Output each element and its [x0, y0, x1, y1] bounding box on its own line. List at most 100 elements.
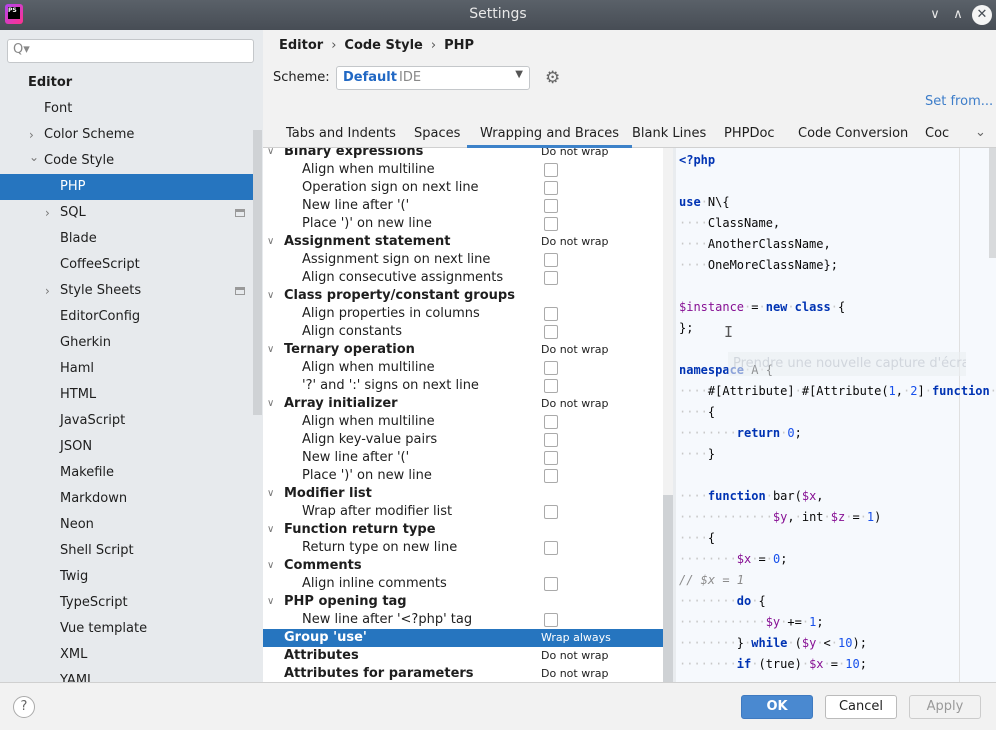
sidebar-item-markdown[interactable]: Markdown — [0, 486, 253, 512]
option-checkbox[interactable] — [544, 541, 558, 555]
sidebar-item-font[interactable]: Font — [0, 96, 253, 122]
sidebar-item-php[interactable]: PHP — [0, 174, 253, 200]
sidebar-item-vue-template[interactable]: Vue template — [0, 616, 253, 642]
tab-tabs-and-indents[interactable]: Tabs and Indents — [286, 126, 396, 141]
option-checkbox[interactable] — [544, 361, 558, 375]
option-checkbox[interactable] — [544, 181, 558, 195]
option-checkbox[interactable] — [544, 505, 558, 519]
option-group[interactable]: ∨ Array initializer Do not wrap — [263, 395, 663, 413]
maximize-button[interactable]: ∧ — [948, 5, 968, 25]
chevron-down-icon[interactable]: ∨ — [267, 593, 274, 611]
preview-scrollbar[interactable] — [989, 148, 996, 258]
set-from-link[interactable]: Set from... — [925, 94, 993, 109]
sidebar-item-blade[interactable]: Blade — [0, 226, 253, 252]
breadcrumb-item[interactable]: Code Style — [344, 38, 422, 53]
option-checkbox[interactable] — [544, 577, 558, 591]
option-group[interactable]: ∨ Class property/constant groups — [263, 287, 663, 305]
sidebar-item-code-style[interactable]: ⌄ Code Style — [0, 148, 253, 174]
sidebar-item-editor[interactable]: Editor — [0, 70, 253, 96]
tab-code-conversion[interactable]: Code Conversion — [798, 126, 908, 141]
chevron-down-icon[interactable]: ∨ — [267, 233, 274, 251]
option-checkbox[interactable] — [544, 271, 558, 285]
dropdown-arrow-icon: ▼ — [515, 69, 523, 80]
wrap-dropdown[interactable]: Do not wrap — [541, 395, 608, 413]
option-checkbox[interactable] — [544, 469, 558, 483]
chevron-down-icon[interactable]: ∨ — [267, 341, 274, 359]
sidebar-item-typescript[interactable]: TypeScript — [0, 590, 253, 616]
wrap-dropdown[interactable]: Do not wrap — [541, 665, 608, 682]
sidebar-item-haml[interactable]: Haml — [0, 356, 253, 382]
sidebar-item-editorconfig[interactable]: EditorConfig — [0, 304, 253, 330]
sidebar-item-json[interactable]: JSON — [0, 434, 253, 460]
option-checkbox[interactable] — [544, 163, 558, 177]
chevron-down-icon[interactable]: ⌄ — [29, 144, 39, 170]
option-group[interactable]: ∨ PHP opening tag — [263, 593, 663, 611]
option-group[interactable]: ∨ Modifier list — [263, 485, 663, 503]
wrap-dropdown[interactable]: Do not wrap — [541, 148, 608, 161]
sidebar-scrollbar[interactable] — [253, 130, 262, 415]
tab-wrapping-and-braces[interactable]: Wrapping and Braces — [467, 126, 633, 148]
option-checkbox[interactable] — [544, 379, 558, 393]
sidebar-item-yaml[interactable]: YAML — [0, 668, 253, 682]
option-checkbox[interactable] — [544, 217, 558, 231]
option-group[interactable]: Attributes for parameters Do not wrap — [263, 665, 663, 682]
option-label: Ternary operation — [284, 342, 415, 357]
sidebar-item-sql[interactable]: › SQL — [0, 200, 253, 226]
sidebar-item-html[interactable]: HTML — [0, 382, 253, 408]
wrap-dropdown[interactable]: Do not wrap — [541, 647, 608, 665]
option-group[interactable]: ∨ Binary expressions Do not wrap — [263, 148, 663, 161]
option-checkbox[interactable] — [544, 325, 558, 339]
option-checkbox[interactable] — [544, 613, 558, 627]
sidebar-item-coffeescript[interactable]: CoffeeScript — [0, 252, 253, 278]
minimize-button[interactable]: ∨ — [925, 5, 945, 25]
chevron-right-icon[interactable]: › — [45, 278, 50, 304]
sidebar-item-shell-script[interactable]: Shell Script — [0, 538, 253, 564]
gear-icon[interactable]: ⚙ — [545, 68, 560, 88]
chevron-down-icon[interactable]: ∨ — [267, 521, 274, 539]
wrap-dropdown[interactable]: Do not wrap — [541, 233, 608, 251]
sidebar-item-gherkin[interactable]: Gherkin — [0, 330, 253, 356]
option-group[interactable]: ∨ Comments — [263, 557, 663, 575]
tab-blank-lines[interactable]: Blank Lines — [632, 126, 706, 141]
option-checkbox[interactable] — [544, 199, 558, 213]
scheme-dropdown[interactable]: Default IDE ▼ — [336, 66, 530, 90]
option-group[interactable]: ∨ Assignment statement Do not wrap — [263, 233, 663, 251]
sidebar-item-twig[interactable]: Twig — [0, 564, 253, 590]
sidebar-item-neon[interactable]: Neon — [0, 512, 253, 538]
breadcrumb-item[interactable]: Editor — [279, 38, 323, 53]
chevron-down-icon[interactable]: ∨ — [267, 485, 274, 503]
cancel-button[interactable]: Cancel — [825, 695, 897, 719]
tab-coc[interactable]: Coc — [925, 126, 949, 141]
chevron-down-icon[interactable]: ∨ — [267, 148, 274, 161]
sidebar-item-makefile[interactable]: Makefile — [0, 460, 253, 486]
wrap-dropdown[interactable]: Wrap always — [541, 629, 611, 647]
option-group[interactable]: ∨ Ternary operation Do not wrap — [263, 341, 663, 359]
close-button[interactable]: ✕ — [972, 5, 992, 25]
chevron-down-icon[interactable]: ∨ — [267, 395, 274, 413]
option-row: Align properties in columns — [263, 305, 663, 323]
option-group[interactable]: ∨ Function return type — [263, 521, 663, 539]
sidebar-item-style-sheets[interactable]: › Style Sheets — [0, 278, 253, 304]
sidebar-item-javascript[interactable]: JavaScript — [0, 408, 253, 434]
apply-button[interactable]: Apply — [909, 695, 981, 719]
chevron-down-icon[interactable]: ⌄ — [975, 125, 986, 140]
option-group[interactable]: Attributes Do not wrap — [263, 647, 663, 665]
chevron-down-icon[interactable]: ∨ — [267, 557, 274, 575]
option-checkbox[interactable] — [544, 433, 558, 447]
options-scrollbar[interactable] — [663, 495, 673, 682]
settings-search-input[interactable]: Q▾ — [7, 39, 254, 63]
option-checkbox[interactable] — [544, 253, 558, 267]
sidebar-item-xml[interactable]: XML — [0, 642, 253, 668]
chevron-right-icon[interactable]: › — [45, 200, 50, 226]
wrap-dropdown[interactable]: Do not wrap — [541, 341, 608, 359]
option-checkbox[interactable] — [544, 307, 558, 321]
help-button[interactable]: ? — [13, 696, 35, 718]
tab-spaces[interactable]: Spaces — [414, 126, 460, 141]
option-checkbox[interactable] — [544, 415, 558, 429]
option-checkbox[interactable] — [544, 451, 558, 465]
option-group[interactable]: Group 'use' Wrap always — [263, 629, 663, 647]
code-token: ; — [780, 552, 788, 566]
ok-button[interactable]: OK — [741, 695, 813, 719]
tab-phpdoc[interactable]: PHPDoc — [724, 126, 775, 141]
chevron-down-icon[interactable]: ∨ — [267, 287, 274, 305]
